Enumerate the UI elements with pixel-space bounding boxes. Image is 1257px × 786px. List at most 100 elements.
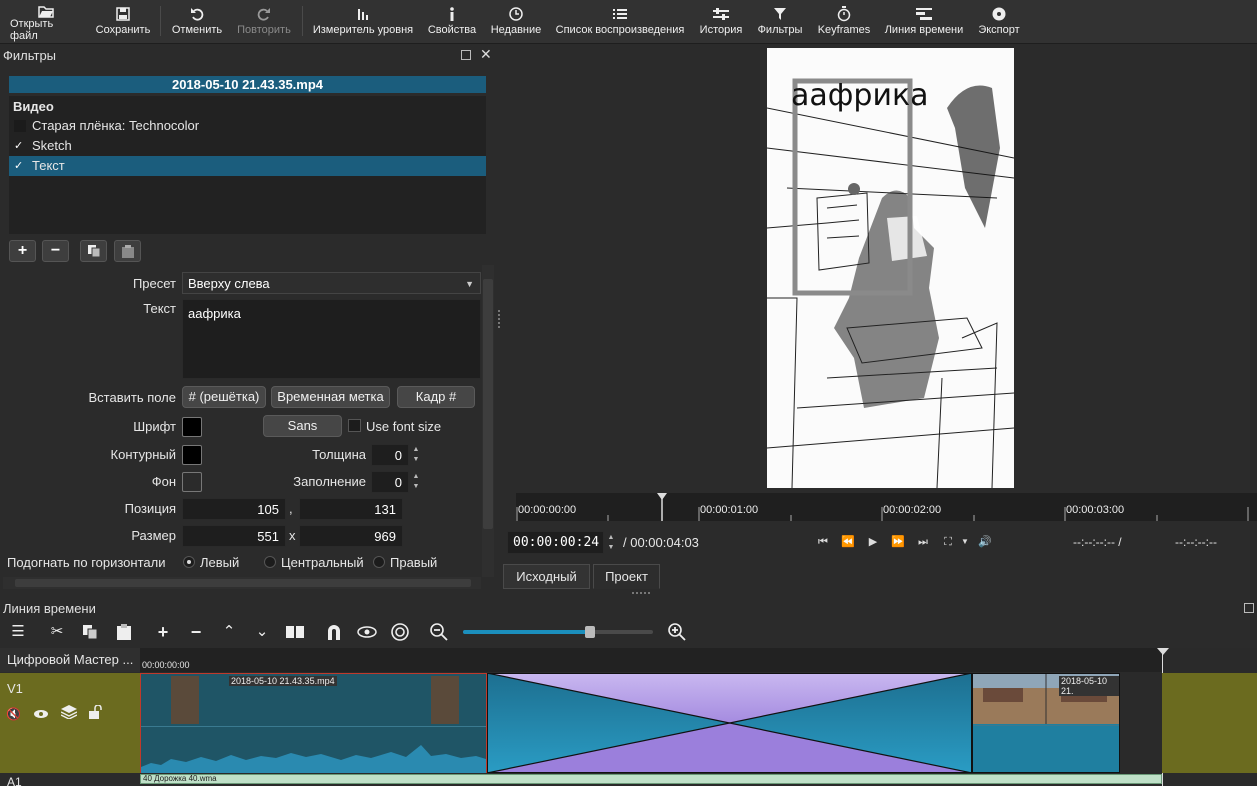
video-clip[interactable]: 2018-05-10 21.	[972, 673, 1120, 773]
align-right-radio[interactable]	[373, 556, 385, 568]
volume-icon[interactable]: 🔊	[977, 534, 993, 550]
timecode-ruler[interactable]: 00:00:00:00 00:00:01:00 00:00:02:00 00:0…	[516, 493, 1257, 521]
scrub-eye-icon[interactable]	[356, 622, 378, 642]
filter-checkbox[interactable]	[14, 120, 26, 132]
redo-button[interactable]: Повторить	[235, 4, 293, 40]
timecode-spin-icon[interactable]: ▲ ▼	[605, 533, 617, 553]
thickness-spin-icon[interactable]: ▲ ▼	[410, 445, 422, 465]
properties-vertical-scrollbar[interactable]	[482, 265, 494, 577]
add-filter-button[interactable]: +	[9, 240, 36, 262]
use-font-size-checkbox[interactable]	[348, 419, 361, 432]
play-icon[interactable]: ▶	[865, 534, 881, 550]
mute-icon[interactable]: 🔇	[6, 707, 21, 721]
split-icon[interactable]	[284, 622, 306, 642]
funnel-icon	[773, 4, 787, 24]
zoom-fit-icon[interactable]: ⛶	[940, 534, 956, 550]
background-color-swatch[interactable]	[182, 472, 202, 492]
align-center-radio[interactable]	[264, 556, 276, 568]
audio-clip[interactable]: 40 Дорожка 40.wma	[140, 774, 1162, 784]
zoom-out-icon[interactable]	[428, 622, 450, 642]
composite-layers-icon[interactable]	[60, 705, 78, 722]
audio-meter-button[interactable]: Измеритель уровня	[312, 4, 414, 40]
font-color-swatch[interactable]	[182, 417, 202, 437]
insert-timestamp-button[interactable]: Временная метка	[271, 386, 390, 408]
insert-frame-button[interactable]: Кадр #	[397, 386, 475, 408]
zoom-slider[interactable]	[463, 626, 653, 638]
filter-checkbox[interactable]: ✓	[14, 140, 26, 152]
scrollbar-thumb[interactable]	[15, 579, 471, 587]
export-button[interactable]: Экспорт	[975, 4, 1023, 40]
float-panel-icon[interactable]	[461, 50, 471, 60]
filters-button[interactable]: Фильтры	[756, 4, 804, 40]
recent-button[interactable]: Недавние	[490, 4, 542, 40]
zoom-in-icon[interactable]	[666, 622, 688, 642]
properties-horizontal-scrollbar[interactable]	[3, 577, 481, 589]
timeline-button[interactable]: Линия времени	[884, 4, 964, 40]
position-y-input[interactable]: 131	[299, 498, 403, 520]
lock-open-icon[interactable]	[89, 704, 103, 722]
chevron-down-icon[interactable]: ▼	[957, 534, 973, 550]
clip-divider	[973, 725, 1119, 726]
clip-label: 2018-05-10 21.	[1059, 676, 1119, 696]
padding-input[interactable]: 0	[371, 471, 409, 493]
timeline-tracks[interactable]: 00:00:00:00 2018-05-10 21.43.35.mp4 2018…	[140, 648, 1257, 786]
tab-source[interactable]: Исходный	[503, 564, 590, 589]
close-icon[interactable]: ✕	[480, 46, 492, 63]
filter-item[interactable]: Старая плёнка: Technocolor	[9, 116, 486, 136]
master-track-label[interactable]: Цифровой Мастер ...	[0, 648, 140, 672]
transition-clip[interactable]	[486, 672, 973, 774]
tab-project[interactable]: Проект	[593, 564, 660, 589]
scrollbar-thumb[interactable]	[483, 279, 493, 529]
menu-icon[interactable]: ☰	[7, 622, 29, 642]
keyframes-button[interactable]: Keyframes	[815, 4, 873, 40]
lift-icon[interactable]: ⌃	[218, 622, 240, 642]
append-icon[interactable]: +	[152, 622, 174, 642]
fast-forward-icon[interactable]: ⏩	[890, 534, 906, 550]
float-panel-icon[interactable]	[1244, 603, 1254, 613]
padding-spin-icon[interactable]: ▲ ▼	[410, 472, 422, 492]
copy-icon[interactable]	[79, 622, 101, 642]
history-button[interactable]: История	[697, 4, 745, 40]
overwrite-icon[interactable]: ⌄	[251, 622, 273, 642]
snap-magnet-icon[interactable]	[323, 622, 345, 642]
save-button[interactable]: Сохранить	[94, 4, 152, 40]
video-clip[interactable]: 2018-05-10 21.43.35.mp4	[140, 673, 487, 773]
v1-track-header[interactable]: V1 🔇	[0, 673, 140, 773]
insert-hash-button[interactable]: # (решётка)	[182, 386, 266, 408]
skip-end-icon[interactable]: ⏭	[915, 534, 931, 550]
timeline-ruler[interactable]: 00:00:00:00	[140, 648, 1162, 672]
playhead-marker-icon[interactable]	[1157, 648, 1169, 655]
skip-start-icon[interactable]: ⏮	[815, 534, 831, 550]
splitter-handle[interactable]	[632, 592, 650, 595]
preset-select[interactable]: Вверху слева ▼	[182, 272, 481, 294]
open-file-button[interactable]: Открыть файл	[10, 4, 82, 42]
paste-filters-button[interactable]	[114, 240, 141, 262]
copy-filters-button[interactable]	[80, 240, 107, 262]
properties-button[interactable]: Свойства	[425, 4, 479, 40]
cut-icon[interactable]: ✂	[46, 622, 68, 642]
filters-list: Видео Старая плёнка: Technocolor ✓ Sketc…	[9, 96, 486, 234]
size-width-input[interactable]: 551	[182, 525, 286, 547]
ripple-target-icon[interactable]	[389, 622, 411, 642]
paste-icon[interactable]	[113, 622, 135, 642]
eye-icon[interactable]	[33, 707, 49, 722]
thickness-input[interactable]: 0	[371, 444, 409, 466]
position-x-input[interactable]: 105	[182, 498, 286, 520]
position-timecode-input[interactable]: 00:00:00:24	[507, 531, 604, 554]
remove-filter-button[interactable]: −	[42, 240, 69, 262]
filter-item[interactable]: ✓ Текст	[9, 156, 486, 176]
undo-button[interactable]: Отменить	[170, 4, 224, 40]
font-button[interactable]: Sans	[263, 415, 342, 437]
playlist-button[interactable]: Список воспроизведения	[554, 4, 686, 40]
filter-item[interactable]: ✓ Sketch	[9, 136, 486, 156]
outline-color-swatch[interactable]	[182, 445, 202, 465]
filter-checkbox[interactable]: ✓	[14, 160, 26, 172]
rewind-icon[interactable]: ⏪	[840, 534, 856, 550]
size-height-input[interactable]: 969	[299, 525, 403, 547]
text-input[interactable]: аафрика	[182, 299, 481, 379]
splitter-handle[interactable]	[498, 310, 501, 328]
zoom-slider-handle[interactable]	[585, 626, 596, 638]
thickness-label: Толщина	[312, 447, 366, 462]
align-left-radio[interactable]	[183, 556, 195, 568]
ripple-delete-icon[interactable]: −	[185, 622, 207, 642]
